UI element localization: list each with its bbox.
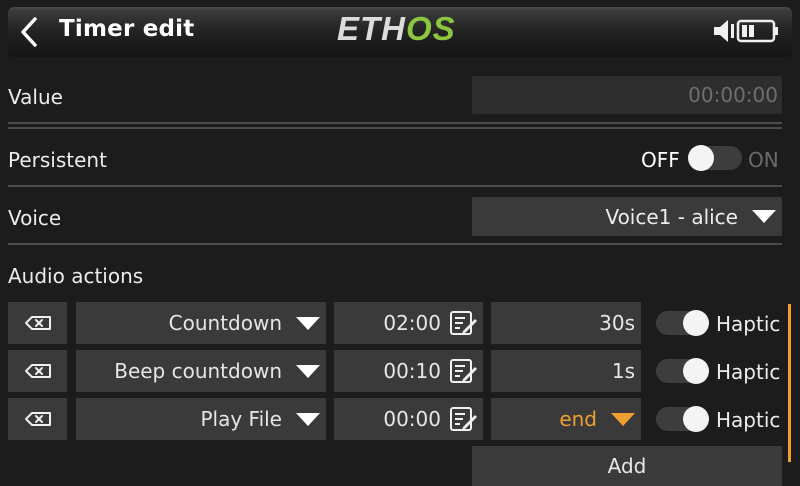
persistent-toggle[interactable] bbox=[688, 145, 742, 171]
audio-action-row: Beep countdown 00:10 1s Haptic bbox=[0, 350, 800, 392]
haptic-toggle[interactable] bbox=[656, 358, 709, 384]
dropdown-arrow-icon bbox=[296, 316, 320, 330]
divider bbox=[8, 122, 782, 124]
scrollbar[interactable] bbox=[788, 304, 791, 462]
action-param-value: 1s bbox=[611, 359, 635, 383]
edit-icon[interactable] bbox=[449, 406, 479, 432]
delete-icon bbox=[24, 412, 51, 426]
toggle-knob bbox=[688, 145, 714, 171]
edit-icon[interactable] bbox=[449, 310, 479, 336]
action-param-value: 30s bbox=[599, 311, 635, 335]
audio-actions-label: Audio actions bbox=[8, 264, 144, 288]
persistent-on-label: ON bbox=[748, 148, 779, 172]
value-field[interactable]: 00:00:00 bbox=[472, 76, 782, 114]
haptic-label: Haptic bbox=[716, 312, 781, 336]
action-param-field[interactable]: 1s bbox=[491, 350, 641, 392]
delete-icon bbox=[24, 316, 51, 330]
action-time-field[interactable]: 02:00 bbox=[334, 302, 483, 344]
haptic-label: Haptic bbox=[716, 360, 781, 384]
toggle-knob bbox=[683, 358, 709, 384]
voice-select[interactable]: Voice1 - alice bbox=[472, 197, 782, 236]
action-type-select[interactable]: Beep countdown bbox=[76, 350, 326, 392]
dropdown-arrow-icon bbox=[296, 412, 320, 426]
persistent-label: Persistent bbox=[8, 148, 107, 172]
dropdown-arrow-icon bbox=[752, 210, 776, 223]
action-type-value: Beep countdown bbox=[114, 359, 282, 383]
value-label: Value bbox=[8, 85, 63, 109]
voice-value: Voice1 - alice bbox=[605, 204, 738, 229]
action-type-value: Countdown bbox=[168, 311, 282, 335]
add-label: Add bbox=[607, 454, 647, 478]
ethos-logo: ETHOS bbox=[337, 10, 456, 47]
action-param-select[interactable]: end bbox=[491, 398, 641, 440]
toggle-knob bbox=[683, 310, 709, 336]
value-text: 00:00:00 bbox=[688, 83, 778, 107]
dropdown-arrow-icon bbox=[611, 412, 635, 426]
voice-label: Voice bbox=[8, 206, 62, 230]
action-param-value: end bbox=[559, 407, 597, 431]
speaker-icon bbox=[714, 20, 734, 42]
dropdown-arrow-icon bbox=[296, 364, 320, 378]
action-type-select[interactable]: Countdown bbox=[76, 302, 326, 344]
action-type-select[interactable]: Play File bbox=[76, 398, 326, 440]
action-time-value: 00:10 bbox=[383, 359, 441, 383]
toggle-knob bbox=[683, 406, 709, 432]
action-time-value: 02:00 bbox=[383, 311, 441, 335]
divider bbox=[8, 243, 782, 245]
haptic-toggle[interactable] bbox=[656, 406, 709, 432]
page-title: Timer edit bbox=[59, 16, 195, 42]
chevron-left-icon bbox=[21, 17, 37, 47]
divider bbox=[8, 127, 782, 129]
action-time-field[interactable]: 00:10 bbox=[334, 350, 483, 392]
divider bbox=[8, 185, 782, 187]
action-type-value: Play File bbox=[200, 407, 282, 431]
edit-icon[interactable] bbox=[449, 358, 479, 384]
delete-action-button[interactable] bbox=[8, 350, 67, 392]
haptic-toggle[interactable] bbox=[656, 310, 709, 336]
audio-action-row: Play File 00:00 end Haptic bbox=[0, 398, 800, 440]
battery-icon bbox=[736, 19, 778, 43]
header-bar: Timer edit ETHOS bbox=[0, 0, 800, 63]
audio-action-row: Countdown 02:00 30s Haptic bbox=[0, 302, 800, 344]
haptic-label: Haptic bbox=[716, 408, 781, 432]
add-action-button[interactable]: Add bbox=[472, 446, 782, 486]
action-param-field[interactable]: 30s bbox=[491, 302, 641, 344]
delete-action-button[interactable] bbox=[8, 302, 67, 344]
action-time-value: 00:00 bbox=[383, 407, 441, 431]
delete-icon bbox=[24, 364, 51, 378]
persistent-off-label: OFF bbox=[641, 148, 680, 172]
delete-action-button[interactable] bbox=[8, 398, 67, 440]
action-time-field[interactable]: 00:00 bbox=[334, 398, 483, 440]
back-button[interactable] bbox=[10, 10, 48, 54]
